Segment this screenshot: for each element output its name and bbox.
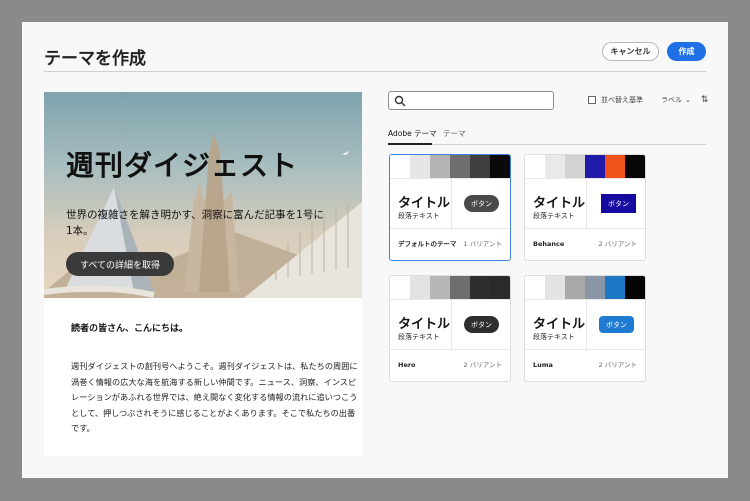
search-icon <box>394 95 406 107</box>
theme-sample: タイトル 段落テキスト ボタン <box>390 178 510 230</box>
sample-paragraph: 段落テキスト <box>533 212 575 220</box>
theme-sample: タイトル 段落テキスト ボタン <box>525 178 645 230</box>
color-swatch <box>470 276 490 299</box>
tab-adobe-themes[interactable]: Adobe テーマ <box>388 128 437 139</box>
color-swatch <box>390 155 410 178</box>
sample-paragraph: 段落テキスト <box>398 333 440 341</box>
variant-count: 2 バリアント <box>598 240 637 248</box>
color-swatch <box>390 276 410 299</box>
hero-title: 週刊ダイジェスト <box>66 149 299 182</box>
theme-tabs: Adobe テーマ テーマ <box>388 125 706 145</box>
sample-button: ボタン <box>601 194 636 213</box>
sort-direction-icon[interactable]: ⇅ <box>701 95 709 105</box>
theme-card[interactable]: タイトル 段落テキスト ボタン Hero 2 バリアント <box>389 275 511 382</box>
variant-count: 2 バリアント <box>463 361 502 369</box>
color-swatch <box>430 276 450 299</box>
search-field[interactable] <box>388 91 554 110</box>
sample-heading: タイトル <box>398 196 451 211</box>
sample-button: ボタン <box>464 316 499 333</box>
color-swatch <box>565 276 585 299</box>
color-swatch <box>490 276 510 299</box>
cancel-button[interactable]: キャンセル <box>602 42 659 61</box>
sample-heading: タイトル <box>533 317 586 332</box>
color-swatch <box>410 155 430 178</box>
color-swatch <box>430 155 450 178</box>
theme-card[interactable]: タイトル 段落テキスト ボタンデフォルトのテーマ 1 バリアント <box>389 154 511 261</box>
color-swatch <box>490 155 510 178</box>
color-swatch <box>625 155 645 178</box>
color-swatch <box>410 276 430 299</box>
hero-banner: 週刊ダイジェスト 世界の複雑さを解き明かす、洞察に富んだ記事を1号に1本。 すべ… <box>44 92 362 298</box>
sort-checkbox[interactable] <box>588 96 596 104</box>
create-theme-dialog: テーマを作成 キャンセル 作成 週刊ダイジェスト 世界の複雑さを解き明かす、洞察… <box>22 22 728 478</box>
chevron-down-icon: ⌄ <box>685 96 691 104</box>
theme-preview: 週刊ダイジェスト 世界の複雑さを解き明かす、洞察に富んだ記事を1号に1本。 すべ… <box>44 92 362 456</box>
sort-value: ラベル <box>661 96 682 104</box>
color-swatch <box>625 276 645 299</box>
sample-paragraph: 段落テキスト <box>398 212 440 220</box>
color-swatch <box>585 155 605 178</box>
sample-heading: タイトル <box>533 196 586 211</box>
color-swatch <box>605 155 625 178</box>
active-tab-indicator <box>388 143 432 145</box>
color-swatch <box>565 155 585 178</box>
theme-name: Behance <box>533 240 565 248</box>
color-swatches <box>525 155 645 178</box>
sample-button: ボタン <box>599 316 634 333</box>
sample-divider <box>586 300 587 351</box>
color-swatches <box>390 276 510 299</box>
sample-divider <box>586 179 587 230</box>
theme-sample: タイトル 段落テキスト ボタン <box>390 299 510 351</box>
theme-name: Hero <box>398 361 416 369</box>
header-divider <box>44 71 706 72</box>
sample-divider <box>451 179 452 230</box>
color-swatch <box>450 276 470 299</box>
theme-name: Luma <box>533 361 553 369</box>
hero-subtitle: 世界の複雑さを解き明かす、洞察に富んだ記事を1号に1本。 <box>66 209 324 237</box>
color-swatch <box>450 155 470 178</box>
color-swatch <box>545 155 565 178</box>
variant-count: 1 バリアント <box>463 240 502 248</box>
variant-count: 2 バリアント <box>598 361 637 369</box>
color-swatch <box>605 276 625 299</box>
tab-themes[interactable]: テーマ <box>443 128 466 139</box>
color-swatch <box>585 276 605 299</box>
sample-heading: タイトル <box>398 317 451 332</box>
sort-select[interactable]: ラベル ⌄ <box>661 95 691 105</box>
color-swatch <box>525 276 545 299</box>
greeting-heading: 読者の皆さん、こんにちは。 <box>71 324 189 334</box>
color-swatches <box>390 155 510 178</box>
get-details-button[interactable]: すべての詳細を取得 <box>66 252 175 276</box>
sample-paragraph: 段落テキスト <box>533 333 575 341</box>
sort-controls: 並べ替え基準 ラベル ⌄ ⇅ <box>588 95 708 105</box>
dialog-title: テーマを作成 <box>44 49 146 69</box>
body-paragraph: 週刊ダイジェストの創刊号へようこそ。週刊ダイジェストは、私たちの周囲に渦巻く情報… <box>71 361 358 433</box>
theme-card[interactable]: タイトル 段落テキスト ボタン Luma 2 バリアント <box>524 275 646 382</box>
sample-divider <box>451 300 452 351</box>
color-swatches <box>525 276 645 299</box>
color-swatch <box>470 155 490 178</box>
theme-name: デフォルトのテーマ <box>398 240 457 248</box>
theme-sample: タイトル 段落テキスト ボタン <box>525 299 645 351</box>
theme-card[interactable]: タイトル 段落テキスト ボタン Behance 2 バリアント <box>524 154 646 261</box>
create-button[interactable]: 作成 <box>667 42 706 61</box>
color-swatch <box>525 155 545 178</box>
sample-button: ボタン <box>464 195 499 212</box>
sort-label: 並べ替え基準 <box>601 96 643 104</box>
color-swatch <box>545 276 565 299</box>
